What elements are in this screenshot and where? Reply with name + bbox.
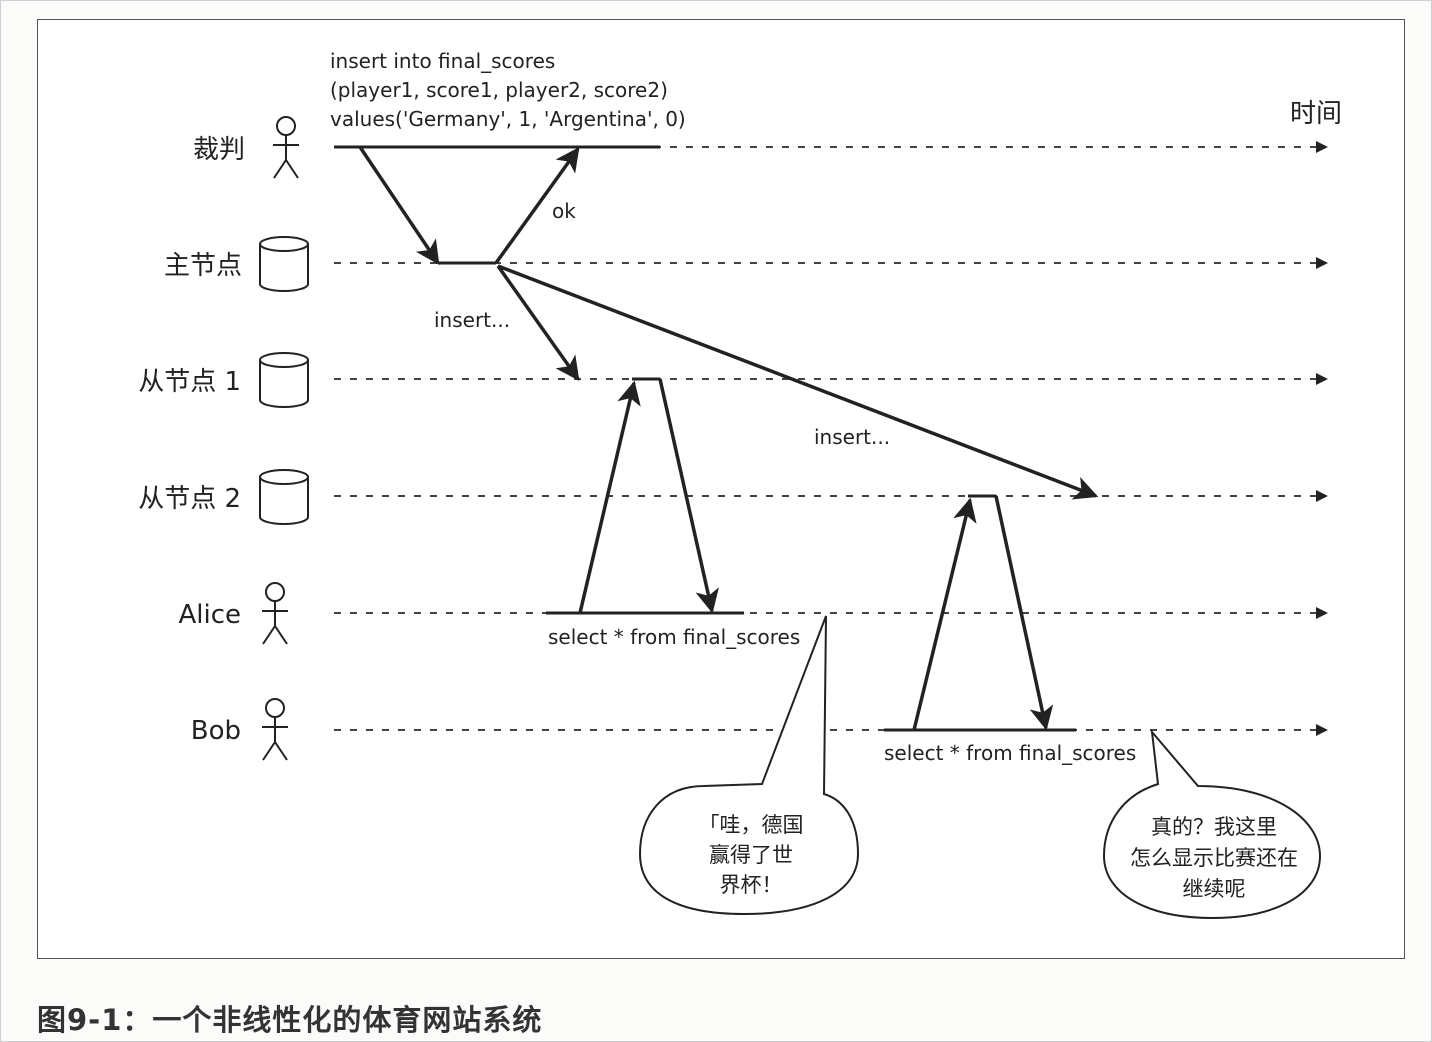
figure-frame: 时间 裁判 主节点 从节点 1 从节点 2 Alice Bob insert i… [37, 19, 1405, 959]
participant-label-leader: 主节点 [164, 251, 242, 281]
timeline-arrowheads [1316, 141, 1328, 736]
alice-query-arrow [578, 380, 641, 614]
participant-label-follower2: 从节点 2 [138, 484, 241, 514]
insert-statement-line: (player1, score1, player2, score2) [330, 78, 668, 102]
bob-speech-line: 真的？我这里 [1151, 815, 1277, 839]
arrowhead-icon [1316, 724, 1328, 736]
bob-speech-line: 继续呢 [1183, 877, 1246, 901]
timeline-label: 时间 [1290, 99, 1342, 129]
alice-speech-line: 界杯！ [720, 873, 783, 897]
ok-label: ok [552, 199, 576, 223]
arrowhead-icon [1316, 257, 1328, 269]
arrowhead-icon [1316, 490, 1328, 502]
stick-figure-icon [262, 582, 288, 645]
bob-speech-bubble: 真的？我这里 怎么显示比赛还在 继续呢 [1102, 728, 1322, 920]
alice-query-label: select * from final_scores [548, 625, 800, 649]
write-request-arrow [358, 146, 440, 265]
insert-statement-line: insert into final_scores [330, 49, 555, 73]
stick-figure-icon [262, 698, 288, 761]
insert-label-follower2: insert... [814, 425, 890, 449]
alice-speech-line: 赢得了世 [709, 843, 793, 867]
alice-speech-bubble: 「哇，德国 赢得了世 界杯！ [638, 615, 860, 916]
database-cylinder-icon [259, 469, 309, 525]
page: 时间 裁判 主节点 从节点 1 从节点 2 Alice Bob insert i… [0, 0, 1432, 1042]
arrowhead-icon [1316, 607, 1328, 619]
participant-label-alice: Alice [178, 600, 241, 630]
participant-label-follower1: 从节点 1 [138, 367, 241, 397]
replicate-follower2-arrow [497, 264, 1099, 500]
bob-query-label: select * from final_scores [884, 741, 1136, 765]
bob-query-arrow [912, 497, 977, 731]
bob-speech-line: 怎么显示比赛还在 [1130, 846, 1298, 870]
database-cylinder-icon [259, 352, 309, 408]
alice-speech-line: 「哇，德国 [699, 813, 804, 837]
database-cylinder-icon [259, 236, 309, 292]
participant-label-bob: Bob [191, 716, 241, 746]
stick-figure-icon [273, 116, 299, 179]
arrowhead-icon [1316, 141, 1328, 153]
sequence-diagram: 时间 裁判 主节点 从节点 1 从节点 2 Alice Bob insert i… [138, 49, 1342, 920]
insert-label-follower1: insert... [434, 308, 510, 332]
arrowhead-icon [1316, 373, 1328, 385]
figure-caption: 图9-1：一个非线性化的体育网站系统 [37, 1003, 543, 1037]
participant-label-referee: 裁判 [193, 135, 245, 165]
insert-statement-line: values('Germany', 1, 'Argentina', 0) [330, 107, 686, 131]
